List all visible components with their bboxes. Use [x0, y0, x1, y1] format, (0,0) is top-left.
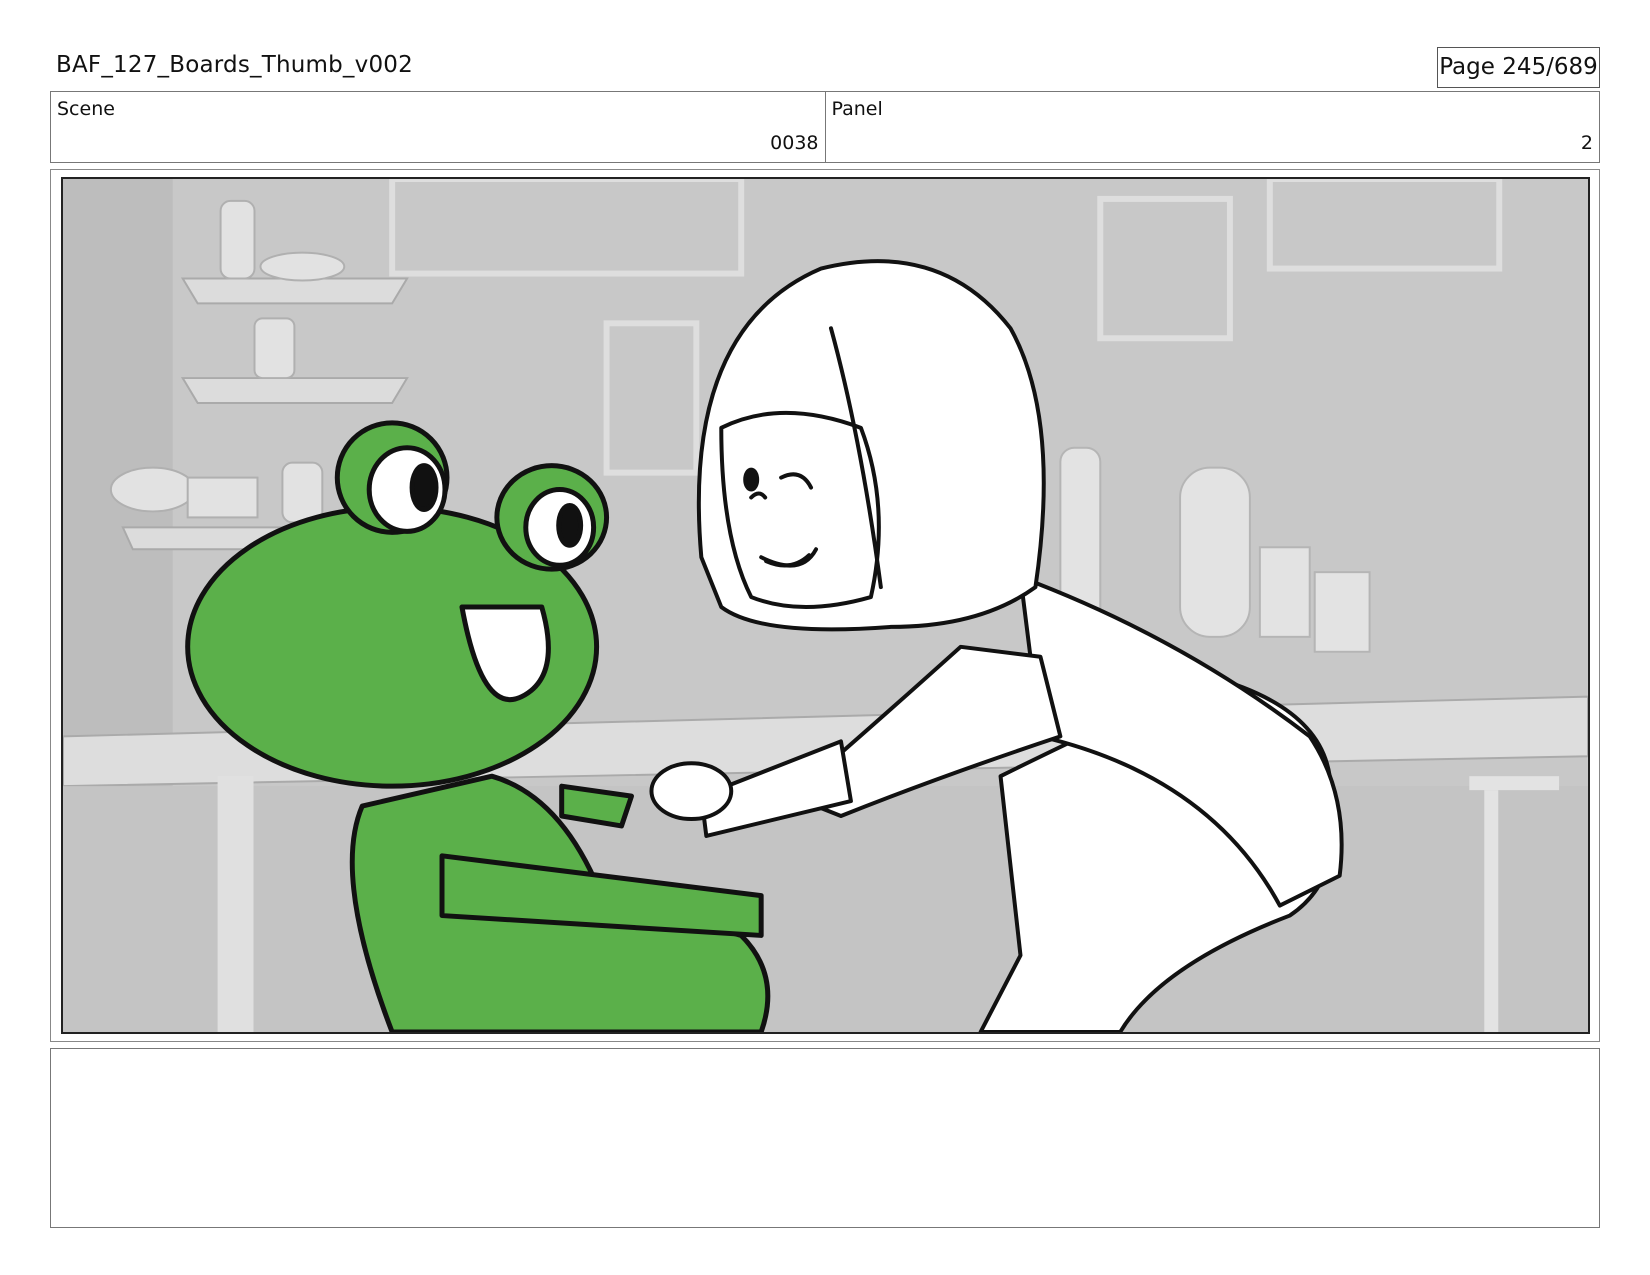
scene-number: 0038 [770, 132, 819, 154]
counter-base [63, 786, 1588, 1032]
page-indicator: Page 245/689 [1437, 47, 1600, 88]
document-title: BAF_127_Boards_Thumb_v002 [56, 52, 413, 78]
panel-label: Panel [831, 98, 883, 120]
notes-box [50, 1048, 1600, 1228]
table-leg [217, 776, 254, 1032]
scene-label: Scene [57, 98, 115, 120]
scene-cell: Scene 0038 [51, 92, 825, 162]
storyboard-panel-image [61, 177, 1590, 1034]
panel-cell: Panel 2 [824, 92, 1600, 162]
stool-seat [1469, 776, 1560, 791]
scene-panel-info-row: Scene 0038 Panel 2 [50, 91, 1600, 163]
stool-leg [1484, 790, 1499, 1032]
panel-drawing [63, 179, 1588, 1032]
panel-number: 2 [1580, 132, 1593, 154]
